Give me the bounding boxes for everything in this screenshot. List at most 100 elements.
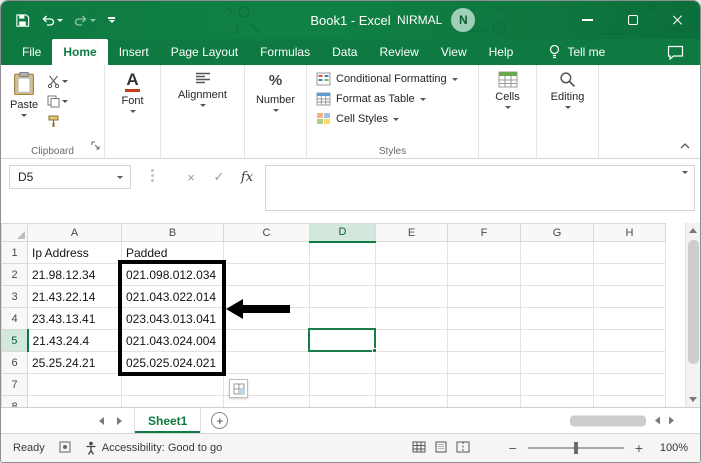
maximize-button[interactable] (610, 1, 655, 39)
format-painter-button[interactable] (45, 114, 70, 129)
scroll-down-button[interactable] (686, 392, 700, 407)
alignment-button[interactable]: Alignment (165, 69, 240, 109)
zoom-level[interactable]: 100% (654, 442, 688, 454)
cell-H6[interactable] (594, 352, 666, 374)
row-header-6[interactable]: 6 (2, 352, 28, 374)
row-header-5[interactable]: 5 (2, 330, 28, 352)
cell-B8[interactable] (122, 396, 224, 408)
account-area[interactable]: NIRMAL N (397, 1, 475, 39)
normal-view-button[interactable] (412, 441, 426, 456)
cell-B4[interactable]: 023.043.013.041 (122, 308, 224, 330)
row-header-4[interactable]: 4 (2, 308, 28, 330)
cell-D1[interactable] (310, 242, 376, 264)
editing-button[interactable]: Editing (541, 69, 594, 111)
cell-H2[interactable] (594, 264, 666, 286)
horizontal-scrollbar-thumb[interactable] (570, 415, 646, 426)
tab-home[interactable]: Home (52, 39, 107, 65)
col-header-B[interactable]: B (122, 224, 224, 242)
previous-sheet-button[interactable] (99, 417, 104, 425)
collapse-ribbon-button[interactable] (680, 136, 690, 154)
paste-button[interactable]: Paste (5, 69, 43, 144)
cell-H5[interactable] (594, 330, 666, 352)
cell-D6[interactable] (310, 352, 376, 374)
scroll-right-button[interactable] (669, 417, 674, 425)
cell-D3[interactable] (310, 286, 376, 308)
tab-page-layout[interactable]: Page Layout (160, 39, 249, 65)
col-header-D[interactable]: D (310, 224, 376, 242)
cell-B6[interactable]: 025.025.024.021 (122, 352, 224, 374)
cell-G2[interactable] (521, 264, 594, 286)
vertical-scrollbar-thumb[interactable] (688, 240, 699, 364)
cell-H3[interactable] (594, 286, 666, 308)
cell-D4[interactable] (310, 308, 376, 330)
conditional-formatting-button[interactable]: Conditional Formatting (311, 72, 474, 86)
minimize-button[interactable] (565, 1, 610, 39)
cell-C6[interactable] (224, 352, 310, 374)
cell-A2[interactable]: 21.98.12.34 (28, 264, 122, 286)
zoom-in-button[interactable]: + (633, 440, 645, 456)
cell-H4[interactable] (594, 308, 666, 330)
cell-G3[interactable] (521, 286, 594, 308)
cell-C4[interactable] (224, 308, 310, 330)
cell-B3[interactable]: 021.043.022.014 (122, 286, 224, 308)
tell-me-button[interactable]: Tell me (538, 39, 615, 65)
fill-options-button[interactable] (229, 379, 248, 398)
cell-G6[interactable] (521, 352, 594, 374)
cell-F6[interactable] (448, 352, 521, 374)
zoom-slider-thumb[interactable] (574, 442, 578, 454)
cell-D7[interactable] (310, 374, 376, 396)
cell-styles-button[interactable]: Cell Styles (311, 112, 474, 126)
cell-F4[interactable] (448, 308, 521, 330)
cancel-button[interactable]: × (179, 165, 203, 189)
cell-E2[interactable] (376, 264, 448, 286)
cell-C2[interactable] (224, 264, 310, 286)
cell-G7[interactable] (521, 374, 594, 396)
expand-formula-bar-button[interactable] (682, 174, 688, 192)
avatar[interactable]: N (451, 8, 475, 32)
cell-B7[interactable] (122, 374, 224, 396)
tab-data[interactable]: Data (321, 39, 368, 65)
cell-F5[interactable] (448, 330, 521, 352)
cell-A3[interactable]: 21.43.22.14 (28, 286, 122, 308)
row-header-1[interactable]: 1 (2, 242, 28, 264)
clipboard-dialog-launcher[interactable] (91, 138, 101, 156)
col-header-F[interactable]: F (448, 224, 521, 242)
cells-button[interactable]: Cells (483, 69, 532, 111)
tab-help[interactable]: Help (478, 39, 525, 65)
cut-button[interactable] (45, 74, 70, 89)
tab-formulas[interactable]: Formulas (249, 39, 321, 65)
save-button[interactable] (11, 10, 34, 31)
scroll-left-button[interactable] (655, 417, 660, 425)
tab-review[interactable]: Review (368, 39, 429, 65)
customize-quick-access-button[interactable] (103, 14, 120, 25)
close-button[interactable] (655, 1, 700, 39)
col-header-E[interactable]: E (376, 224, 448, 242)
cell-A8[interactable] (28, 396, 122, 408)
zoom-slider[interactable] (528, 447, 624, 449)
row-header-7[interactable]: 7 (2, 374, 28, 396)
cell-B5[interactable]: 021.043.024.004 (122, 330, 224, 352)
cell-A4[interactable]: 23.43.13.41 (28, 308, 122, 330)
cell-G5[interactable] (521, 330, 594, 352)
cell-F1[interactable] (448, 242, 521, 264)
select-all-button[interactable] (2, 224, 28, 242)
cell-E6[interactable] (376, 352, 448, 374)
font-button[interactable]: A Font (109, 69, 156, 115)
cell-B1[interactable]: Padded (122, 242, 224, 264)
cell-F2[interactable] (448, 264, 521, 286)
cell-B2[interactable]: 021.098.012.034 (122, 264, 224, 286)
new-sheet-button[interactable]: + (211, 412, 228, 429)
number-button[interactable]: % Number (249, 69, 302, 114)
row-header-8[interactable]: 8 (2, 396, 28, 408)
col-header-A[interactable]: A (28, 224, 122, 242)
macro-record-button[interactable] (59, 441, 71, 456)
next-sheet-button[interactable] (117, 417, 122, 425)
cell-A5[interactable]: 21.43.24.4 (28, 330, 122, 352)
page-break-view-button[interactable] (456, 441, 470, 456)
cell-G8[interactable] (521, 396, 594, 408)
cell-D2[interactable] (310, 264, 376, 286)
enter-button[interactable]: ✓ (207, 165, 231, 189)
cell-E8[interactable] (376, 396, 448, 408)
fill-handle[interactable] (372, 348, 377, 353)
cell-A7[interactable] (28, 374, 122, 396)
